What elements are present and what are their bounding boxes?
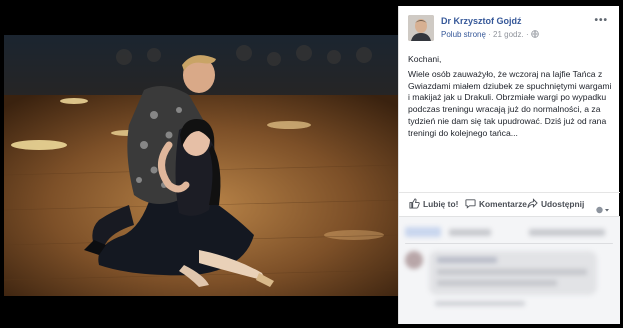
post-meta: Polub stronę · 21 godz. · [441,30,539,40]
comment-label: Komentarze [479,198,527,209]
post-panel: Dr Krzysztof Gojdź Polub stronę · 21 god… [398,6,620,324]
avatar-image [408,15,434,41]
meta-separator: · [485,30,494,39]
dancers-photo [4,35,398,296]
comment-line-1 [437,269,587,275]
comments-count[interactable] [529,229,605,236]
thumbs-up-icon [409,198,420,209]
meta-separator-2: · [523,30,531,39]
comments-divider [405,243,613,244]
reactions-count [449,229,491,236]
share-button[interactable]: Udostępnij [527,198,584,209]
like-page-link[interactable]: Polub stronę [441,30,486,39]
post-time[interactable]: 21 godz. [493,30,524,39]
comment-button[interactable]: Komentarze [465,198,527,209]
page-name[interactable]: Dr Krzysztof Gojdź [441,16,522,26]
reactions-summary[interactable] [405,227,441,237]
like-label: Lubię to! [423,198,459,209]
globe-icon [531,30,539,40]
share-label: Udostępnij [541,198,585,209]
comment-bubble-icon [465,198,476,209]
post-photo[interactable] [4,35,398,296]
page-avatar[interactable] [408,15,434,41]
like-button[interactable]: Lubię to! [409,198,458,209]
more-options-icon[interactable]: ••• [594,15,608,26]
commenter-avatar[interactable] [405,251,423,269]
post-header: Dr Krzysztof Gojdź Polub stronę · 21 god… [399,6,619,48]
post-text: Kochani, Wiele osób zauważyło, że wczora… [408,54,612,143]
photo-viewer [0,0,398,328]
comments-section [399,216,620,324]
post-actions: Lubię to! Komentarze Udostępnij [399,192,620,214]
comment-actions[interactable] [435,301,525,306]
share-arrow-icon [527,198,538,209]
post-body: Wiele osób zauważyło, że wczoraj na lajf… [408,68,612,138]
comment-author[interactable] [437,257,497,263]
comment-line-2 [437,280,557,286]
post-greeting: Kochani, [408,54,442,64]
